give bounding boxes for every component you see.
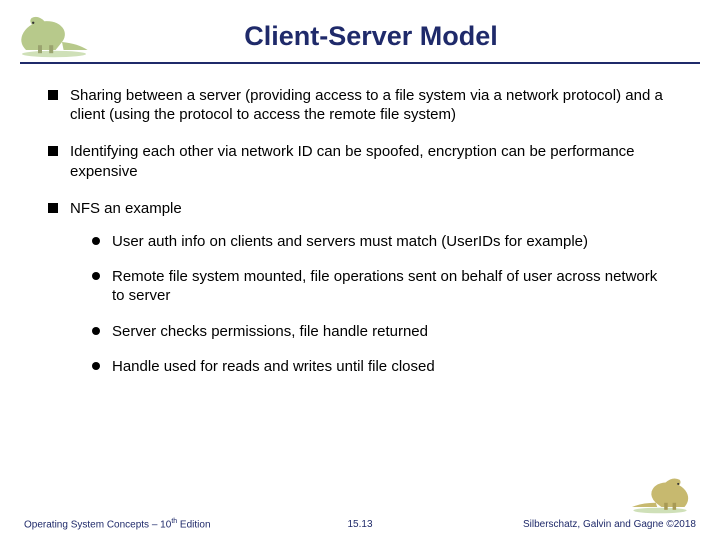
slide-body: Sharing between a server (providing acce…: [0, 64, 720, 376]
sub-bullet-text: Handle used for reads and writes until f…: [112, 358, 435, 375]
sub-bullet-text: Remote file system mounted, file operati…: [112, 268, 657, 304]
sub-bullet-item: Handle used for reads and writes until f…: [92, 357, 672, 376]
sub-bullet-item: Server checks permissions, file handle r…: [92, 322, 672, 341]
bullet-item: Sharing between a server (providing acce…: [48, 86, 672, 124]
slide-title: Client-Server Model: [102, 21, 700, 58]
footer-left: Operating System Concepts – 10th Edition: [24, 518, 211, 530]
sub-bullet-text: Server checks permissions, file handle r…: [112, 323, 428, 340]
sub-bullet-text: User auth info on clients and servers mu…: [112, 233, 588, 250]
dinosaur-right-icon: [624, 472, 696, 514]
footer-right: Silberschatz, Galvin and Gagne ©2018: [523, 519, 696, 530]
bullet-item: Identifying each other via network ID ca…: [48, 142, 672, 180]
title-row: Client-Server Model: [0, 0, 720, 58]
footer-left-prefix: Operating System Concepts – 10: [24, 519, 171, 530]
footer-left-suffix: Edition: [177, 519, 210, 530]
sub-bullet-item: Remote file system mounted, file operati…: [92, 267, 672, 305]
bullet-list: Sharing between a server (providing acce…: [48, 86, 672, 376]
bullet-text: Identifying each other via network ID ca…: [70, 143, 635, 179]
bullet-text: Sharing between a server (providing acce…: [70, 87, 663, 123]
slide: Client-Server Model Sharing between a se…: [0, 0, 720, 540]
dinosaur-left-icon: [14, 10, 94, 58]
sub-bullet-list: User auth info on clients and servers mu…: [92, 232, 672, 376]
bullet-item: NFS an example User auth info on clients…: [48, 199, 672, 376]
footer-center: 15.13: [347, 519, 372, 530]
bullet-text: NFS an example: [70, 200, 182, 217]
sub-bullet-item: User auth info on clients and servers mu…: [92, 232, 672, 251]
